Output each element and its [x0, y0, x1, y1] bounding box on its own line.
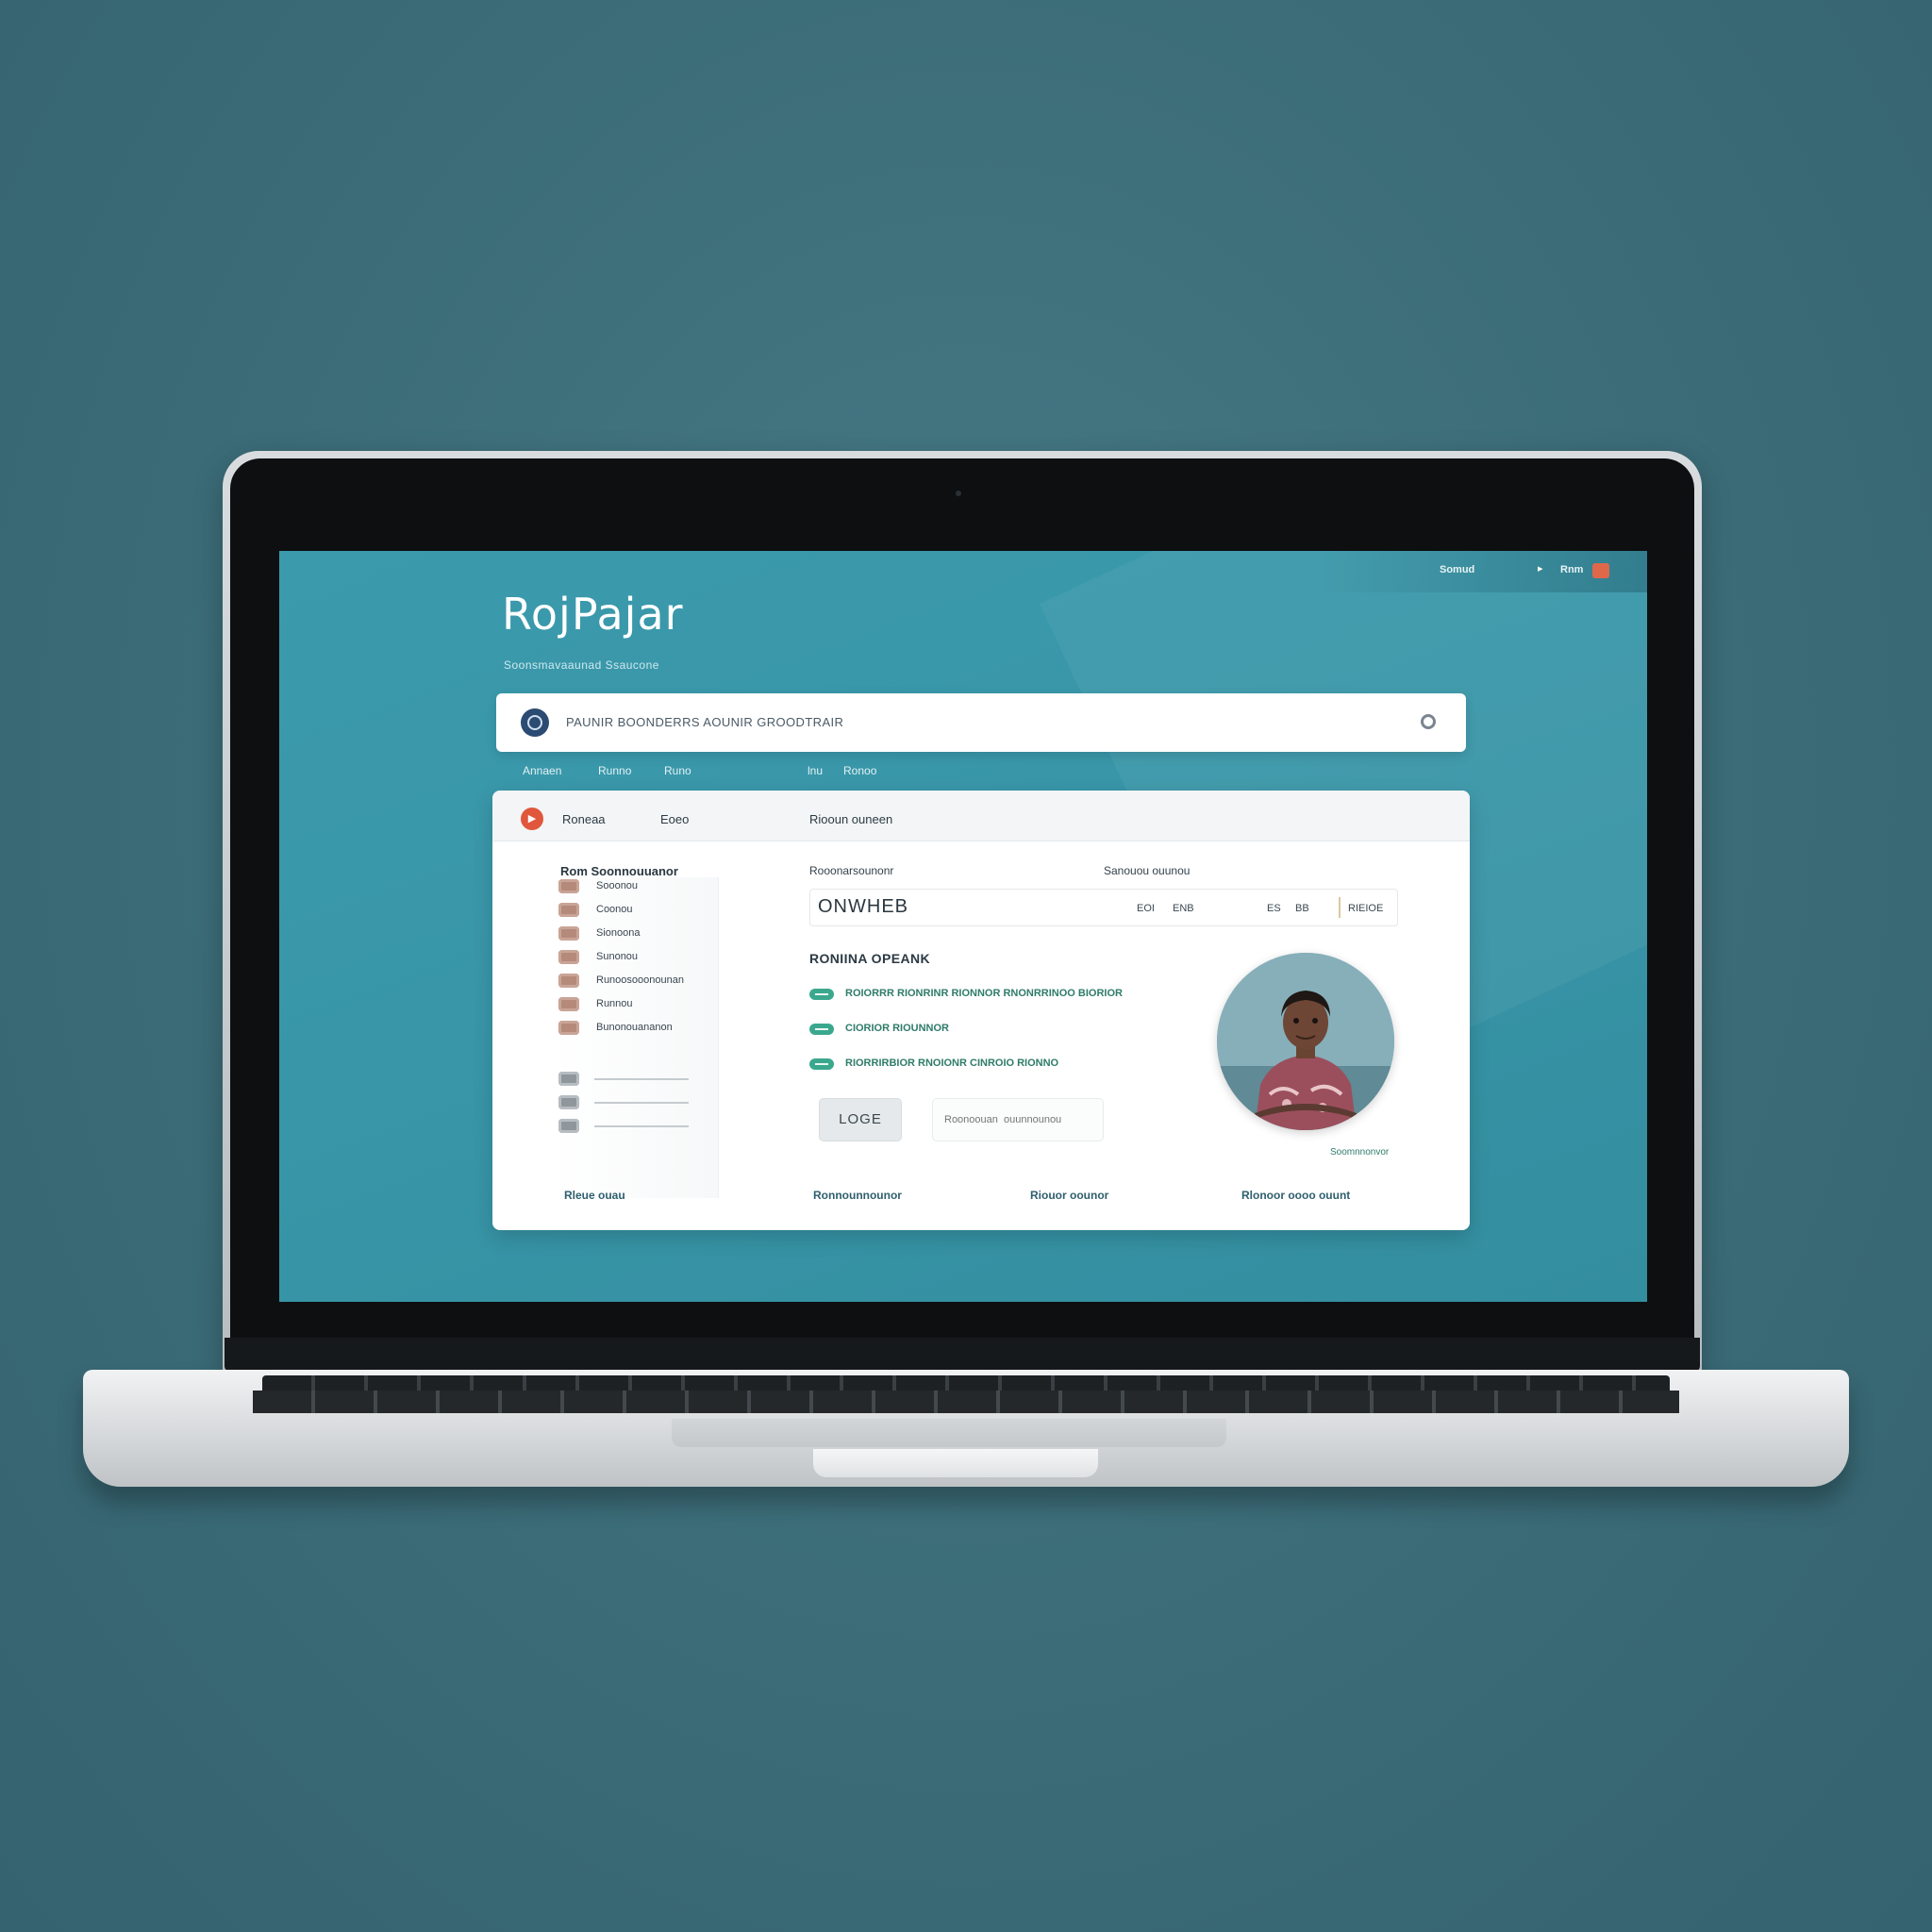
- check-icon: [809, 1024, 834, 1035]
- subnav-item[interactable]: lnu: [808, 764, 823, 777]
- check-icon: [809, 1058, 834, 1070]
- arrow-icon: ▸: [1538, 563, 1543, 575]
- topbar-link[interactable]: Somud: [1440, 564, 1474, 575]
- sidebar-title: Rom Soonnouuanor: [560, 864, 678, 878]
- field-meta: ES: [1267, 903, 1281, 914]
- search-icon: [521, 708, 549, 737]
- file-icon: [558, 1095, 579, 1109]
- top-bar: Somud ▸ Rnm: [279, 551, 1647, 592]
- folder-icon: [558, 879, 579, 893]
- sidebar-item[interactable]: Bunonouananon: [558, 1019, 728, 1038]
- check-icon: [809, 989, 834, 1000]
- sidebar-extra-item[interactable]: [558, 1117, 728, 1136]
- subnav-item[interactable]: Runo: [664, 764, 691, 777]
- footer-link[interactable]: Ronnounnounor: [813, 1189, 902, 1202]
- folder-icon: [558, 974, 579, 988]
- sidebar-item[interactable]: Sooonou: [558, 877, 728, 896]
- search-input[interactable]: PAUNIR BOONDERRS AOUNIR GROODTRAIR: [566, 715, 843, 729]
- sidebar-item-label: Sionoona: [596, 927, 641, 939]
- webcam-icon: [956, 491, 961, 496]
- subnav-item[interactable]: Ronoo: [843, 764, 876, 777]
- laptop-hinge: [225, 1338, 1700, 1372]
- notification-badge[interactable]: [1592, 563, 1609, 578]
- login-button[interactable]: LOGE: [819, 1098, 902, 1141]
- main-card: ▶ Roneaa Eoeo Riooun ouneen Rom Soonnouu…: [492, 791, 1470, 1230]
- features-title: RONIINA OPEANK: [809, 951, 930, 966]
- sidebar-item-label: Runnou: [596, 998, 633, 1009]
- footer-link[interactable]: Riouor oounor: [1030, 1189, 1108, 1202]
- sidebar-item-label: Runoosooonounan: [596, 974, 684, 986]
- placeholder-line: [594, 1078, 689, 1080]
- subnav-item[interactable]: Runno: [598, 764, 631, 777]
- sidebar-item-label: Bunonouananon: [596, 1022, 673, 1033]
- file-icon: [558, 1072, 579, 1086]
- name-value: ONWHEB: [818, 896, 908, 917]
- app-screen: Somud ▸ Rnm RojPajar Soonsmavaaunad Ssau…: [279, 551, 1647, 1302]
- sidebar-item-label: Sunonou: [596, 951, 639, 962]
- sidebar-item[interactable]: Runoosooonounan: [558, 972, 728, 991]
- folder-icon: [558, 1021, 579, 1035]
- folder-icon: [558, 926, 579, 941]
- sidebar-item[interactable]: Sionoona: [558, 924, 728, 943]
- avatar-caption: Soomnnonvor: [1330, 1147, 1390, 1158]
- field-meta: EOI: [1137, 903, 1155, 914]
- file-icon: [558, 1119, 579, 1133]
- play-icon[interactable]: ▶: [521, 808, 543, 830]
- sidebar-item[interactable]: Sunonou: [558, 948, 728, 967]
- avatar[interactable]: [1217, 953, 1394, 1130]
- card-header: ▶ Roneaa Eoeo Riooun ouneen: [492, 791, 1470, 841]
- account-link[interactable]: Rnm: [1560, 564, 1583, 575]
- tagline: Soonsmavaaunad Ssaucone: [504, 658, 659, 672]
- folder-icon: [558, 997, 579, 1011]
- trackpad: [672, 1419, 1226, 1447]
- placeholder-line: [594, 1125, 689, 1127]
- laptop-front-notch: [813, 1449, 1098, 1477]
- folder-icon: [558, 903, 579, 917]
- field-meta: RIEIOE: [1348, 903, 1384, 914]
- search-bar[interactable]: PAUNIR BOONDERRS AOUNIR GROODTRAIR: [496, 693, 1466, 752]
- subnav-item[interactable]: Annaen: [523, 764, 561, 777]
- field-label: Rooonarsounonr: [809, 864, 894, 877]
- sidebar-extra-item[interactable]: [558, 1093, 728, 1112]
- field-meta: BB: [1295, 903, 1309, 914]
- sidebar-extra-item[interactable]: [558, 1070, 728, 1089]
- feature-text: CIORIOR RIOUNNOR: [845, 1023, 949, 1034]
- sidebar-item[interactable]: Runnou: [558, 995, 728, 1014]
- separator: [1339, 897, 1341, 918]
- field-meta: ENB: [1173, 903, 1194, 914]
- folder-icon: [558, 950, 579, 964]
- keyboard-row: [253, 1391, 1679, 1413]
- placeholder-line: [594, 1102, 689, 1104]
- sidebar-item-label: Coonou: [596, 904, 633, 915]
- feature-text: ROIORRR RIONRINR RIONNOR RNONRRINOO BIOR…: [845, 988, 1123, 999]
- person-photo: [1217, 953, 1394, 1130]
- secondary-input[interactable]: [932, 1098, 1104, 1141]
- tab-3[interactable]: Riooun ouneen: [809, 812, 892, 826]
- sidebar-item-label: Sooonou: [596, 880, 639, 891]
- footer-link[interactable]: Rlonoor oooo ouunt: [1241, 1189, 1350, 1202]
- field-label: Sanouou ouunou: [1104, 864, 1191, 877]
- feature-text: RIORRIRBIOR RNOIONR CINROIO RIONNO: [845, 1058, 1059, 1069]
- settings-icon[interactable]: [1421, 714, 1436, 729]
- name-field[interactable]: ONWHEB EOI ENB ES BB RIEIOE: [809, 889, 1398, 926]
- tab-1[interactable]: Roneaa: [562, 812, 606, 826]
- brand-logo[interactable]: RojPajar: [502, 589, 684, 640]
- sidebar-item[interactable]: Coonou: [558, 901, 728, 920]
- footer-link[interactable]: Rleue ouau: [564, 1189, 625, 1202]
- tab-2[interactable]: Eoeo: [660, 812, 689, 826]
